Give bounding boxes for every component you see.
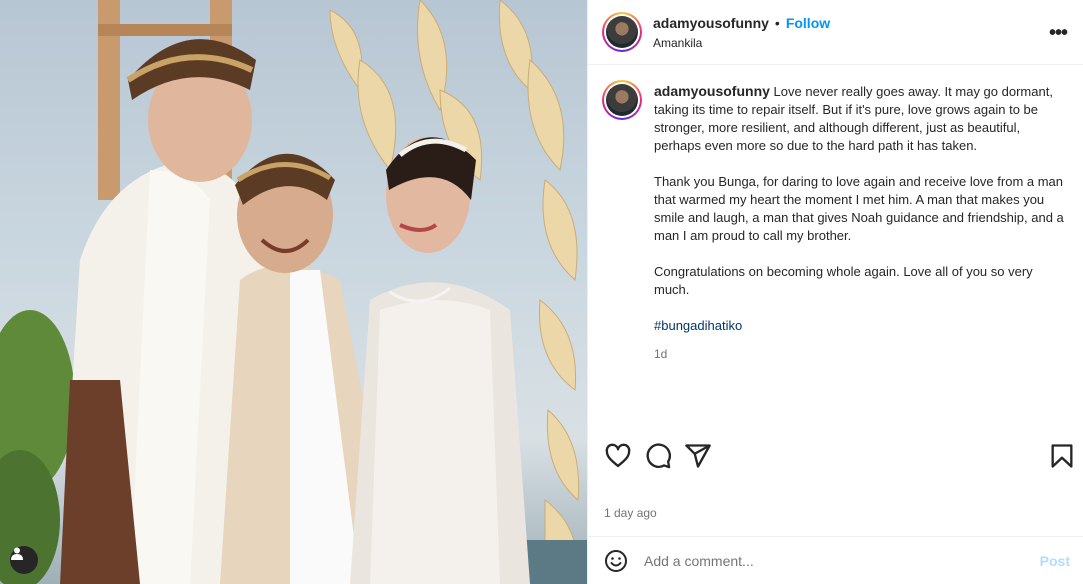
- caption-paragraph: Thank you Bunga, for daring to love agai…: [654, 174, 1064, 243]
- caption: adamyousofunny Love never really goes aw…: [654, 82, 1064, 363]
- post-header: adamyousofunny • Follow Amankila •••: [588, 0, 1083, 65]
- heart-icon[interactable]: [604, 442, 632, 470]
- caption-paragraph: Congratulations on becoming whole again.…: [654, 264, 1033, 297]
- caption-username[interactable]: adamyousofunny: [654, 83, 770, 99]
- post-side-panel: adamyousofunny • Follow Amankila ••• ada…: [587, 0, 1083, 584]
- caption-paragraph: adamyousofunny Love never really goes aw…: [654, 82, 1064, 155]
- caption-section: adamyousofunny Love never really goes aw…: [588, 66, 1083, 432]
- comment-bar: Post: [588, 536, 1083, 584]
- hashtag-link[interactable]: #bungadihatiko: [654, 317, 1064, 335]
- bookmark-icon[interactable]: [1048, 442, 1076, 470]
- post-comment-button[interactable]: Post: [1040, 553, 1070, 569]
- share-icon[interactable]: [684, 442, 712, 470]
- separator-dot: •: [774, 15, 780, 31]
- comment-icon[interactable]: [644, 442, 672, 470]
- avatar[interactable]: [602, 12, 642, 52]
- comment-input[interactable]: [644, 553, 1024, 569]
- post-date: 1 day ago: [604, 506, 657, 520]
- emoji-icon[interactable]: [604, 549, 628, 573]
- follow-button[interactable]: Follow: [786, 15, 830, 31]
- user-tag-icon[interactable]: [10, 546, 38, 574]
- location-link[interactable]: Amankila: [653, 36, 702, 50]
- post-photo[interactable]: [0, 0, 587, 584]
- header-username[interactable]: adamyousofunny: [653, 15, 769, 31]
- caption-avatar[interactable]: [602, 80, 642, 120]
- wedding-photo-illustration: [0, 0, 587, 584]
- more-options-icon[interactable]: •••: [1049, 22, 1068, 45]
- caption-age: 1d: [654, 347, 668, 361]
- action-bar: [588, 438, 1083, 478]
